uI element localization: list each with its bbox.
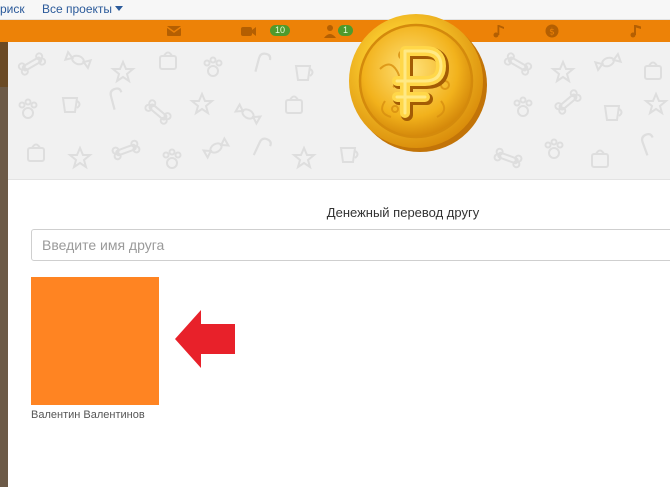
chevron-down-icon <box>115 6 124 11</box>
svg-text:$: $ <box>549 28 555 38</box>
friend-card[interactable]: Валентин Валентинов <box>31 277 161 421</box>
nav-search-link[interactable]: риск <box>0 2 25 16</box>
main-toolbar: 10 1 $ <box>0 20 670 42</box>
person-icon[interactable] <box>322 24 338 38</box>
notifications-badge: 10 <box>270 25 291 36</box>
all-projects-menu[interactable]: Все проекты <box>42 2 124 16</box>
ruble-icon[interactable]: $ <box>544 24 560 38</box>
dialog-title: Денежный перевод другу <box>326 205 480 220</box>
camera-icon[interactable] <box>240 24 256 38</box>
mail-icon[interactable] <box>166 24 182 38</box>
doodle-pattern <box>16 51 667 170</box>
red-arrow-left-icon <box>175 310 235 368</box>
ruble-coin-icon <box>349 14 487 152</box>
avatar[interactable] <box>31 277 159 405</box>
overlay-strip <box>0 87 8 487</box>
friend-name[interactable]: Валентин Валентинов <box>31 409 161 421</box>
all-projects-label: Все проекты <box>42 2 113 16</box>
page-overlay <box>0 42 8 487</box>
top-navigation: риск Все проекты <box>0 0 670 20</box>
friend-name-search-input[interactable] <box>31 229 670 261</box>
music-icon[interactable] <box>491 24 507 38</box>
dialog-header-pattern <box>8 42 670 180</box>
money-transfer-dialog: Денежный перевод другу Валентин Валентин… <box>8 14 670 487</box>
note-icon[interactable] <box>628 24 644 38</box>
